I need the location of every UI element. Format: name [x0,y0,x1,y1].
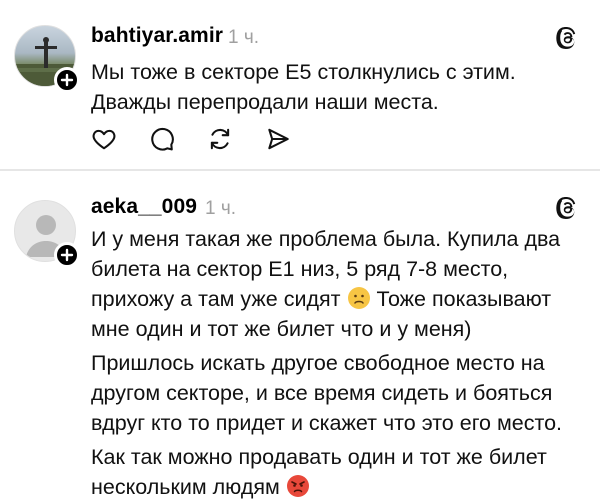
angry-face-emoji [286,475,309,497]
follow-plus-button[interactable] [54,242,80,268]
username[interactable]: aeka__009 [91,195,197,219]
frowning-face-emoji [347,287,370,309]
post-paragraph-with-emoji: И у меня такая же проблема была. Купила … [91,224,586,344]
post-paragraph-with-emoji: Как так можно продавать один и тот же би… [91,442,586,502]
avatar-container[interactable] [14,200,80,268]
plus-icon [60,248,74,262]
post-body: И у меня такая же проблема была. Купила … [91,224,586,502]
post-paragraph: Как так можно продавать один и тот же би… [91,445,547,499]
threads-logo-icon[interactable] [555,196,579,220]
post-paragraph: Пришлось искать другое свободное место н… [91,351,563,435]
post-time: 1 ч. [205,198,237,219]
reply-post: aeka__009 1 ч. И у меня такая же проблем… [0,0,600,499]
